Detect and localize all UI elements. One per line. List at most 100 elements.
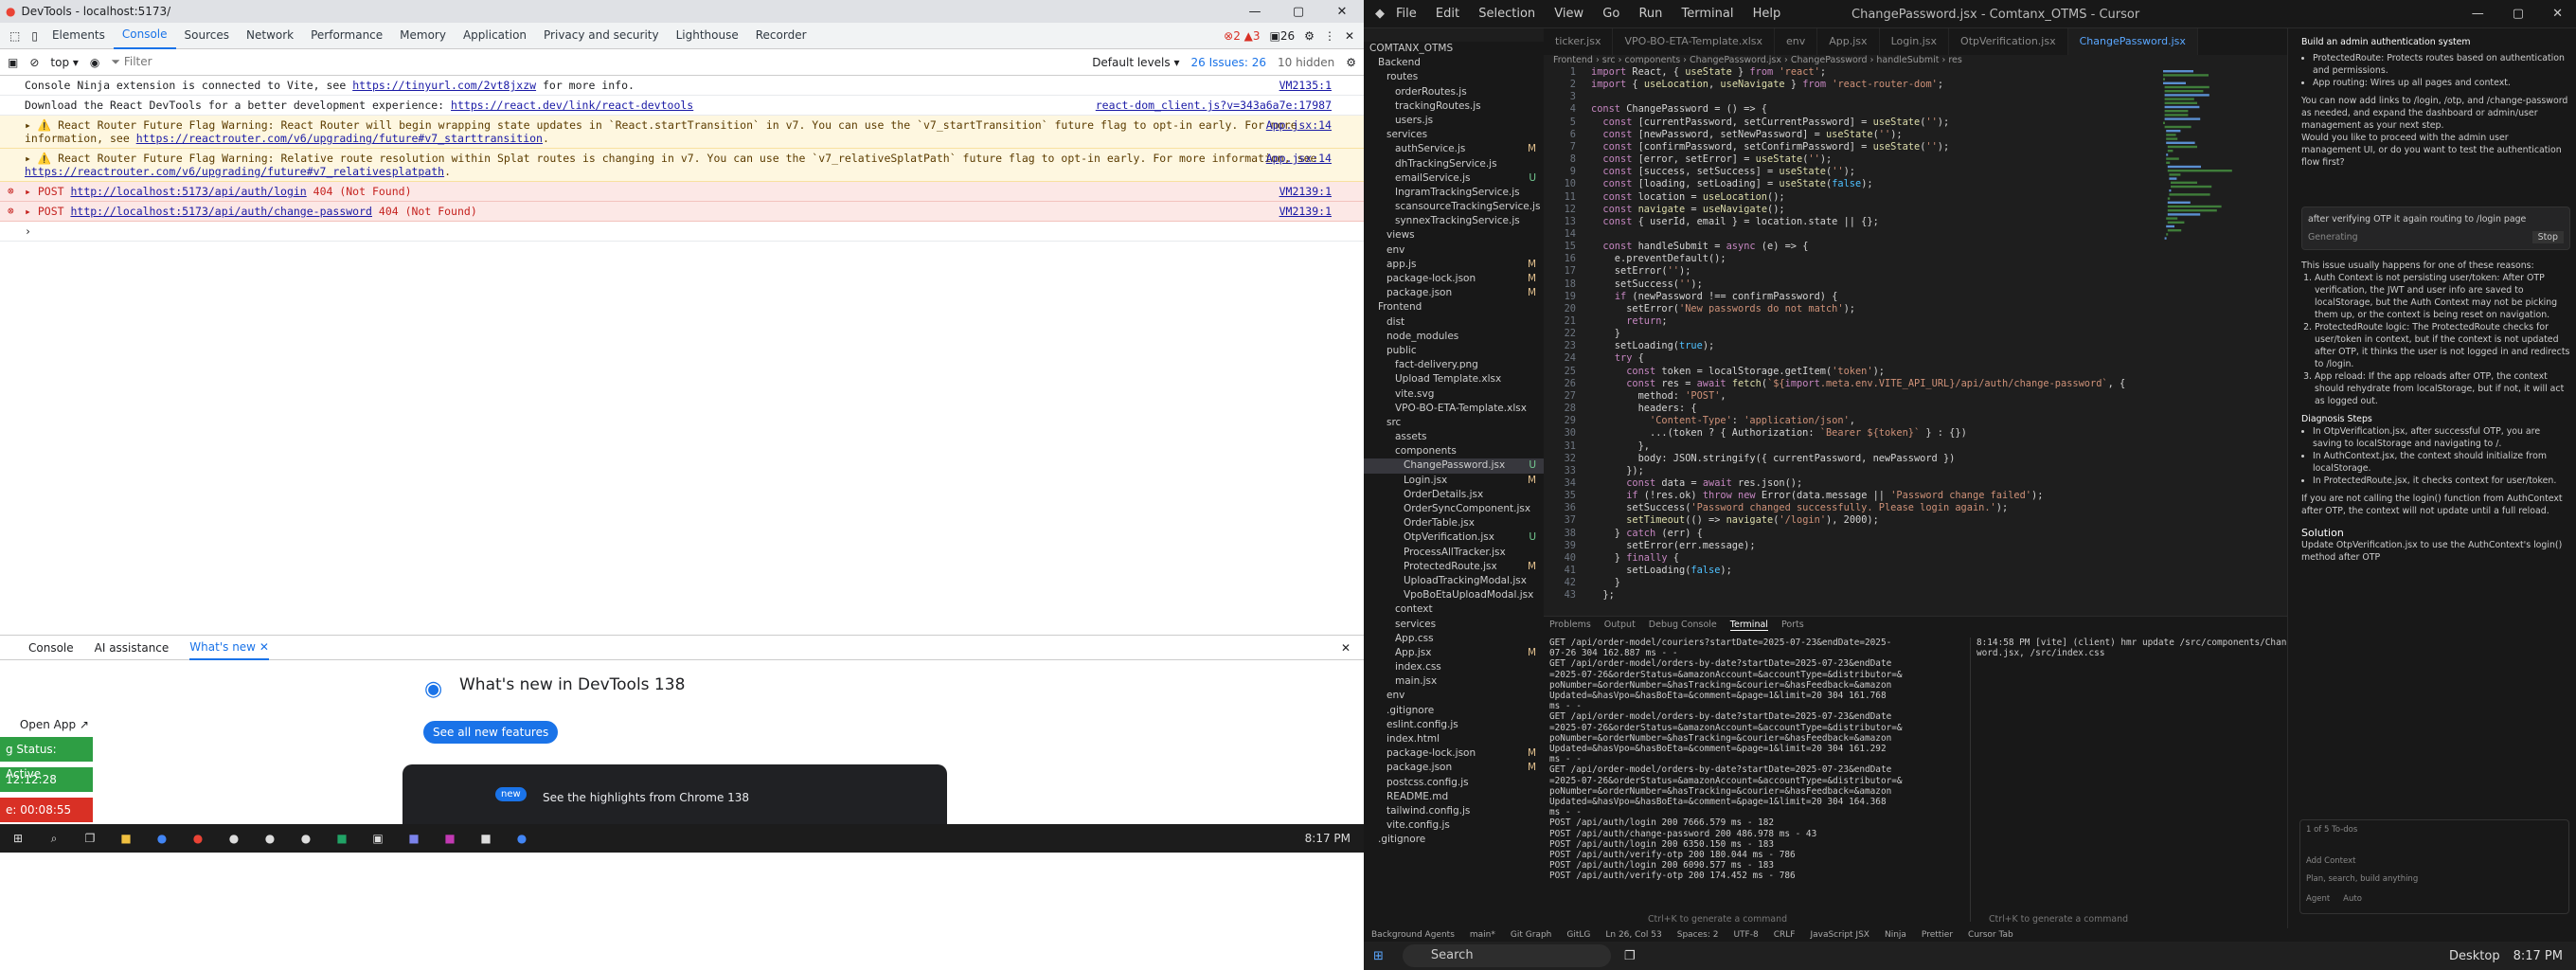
maximize-icon[interactable]: ▢ xyxy=(1277,5,1320,19)
open-app-button[interactable]: Open App ↗ xyxy=(0,712,93,737)
code-line[interactable]: setSuccess('Password changed successfull… xyxy=(1591,502,2008,514)
console-line[interactable]: ⊗ ▸ POST http://localhost:5173/api/auth/c… xyxy=(0,202,1364,222)
levels-dropdown[interactable]: Default levels ▾ xyxy=(1092,56,1179,69)
tab-console[interactable]: Console xyxy=(113,22,176,49)
code-line[interactable]: setTimeout(() => navigate('/login'), 200… xyxy=(1591,514,1879,527)
chrome-icon[interactable]: ● xyxy=(180,832,216,845)
explorer-item[interactable]: vite.config.js xyxy=(1364,818,1544,833)
console-line[interactable]: ▸ ⚠️ React Router Future Flag Warning: R… xyxy=(0,116,1364,149)
todos-count[interactable]: 1 of 5 To-dos xyxy=(2306,824,2563,836)
explorer-item[interactable]: package.json M xyxy=(1364,761,1544,775)
explorer-item[interactable]: .gitignore xyxy=(1364,704,1544,718)
console-link[interactable]: https://reactrouter.com/v6/upgrading/fut… xyxy=(136,132,543,145)
close-icon[interactable]: ✕ xyxy=(2552,7,2563,21)
minimap[interactable] xyxy=(2159,66,2263,284)
code-line[interactable]: setError(''); xyxy=(1591,265,1691,278)
desktop-label[interactable]: Desktop xyxy=(2449,949,2500,963)
stop-button[interactable]: Stop xyxy=(2531,231,2564,243)
explorer-item[interactable]: COMTANX_OTMS xyxy=(1364,42,1544,56)
code-line[interactable]: try { xyxy=(1591,352,1644,365)
tab-lighthouse[interactable]: Lighthouse xyxy=(668,23,747,48)
code-line[interactable]: e.preventDefault(); xyxy=(1591,253,1726,265)
menu-edit[interactable]: Edit xyxy=(1436,7,1459,21)
agent-mode-button[interactable]: Agent xyxy=(2306,893,2330,906)
status-item[interactable]: Ln 26, Col 53 xyxy=(1605,930,1661,940)
console-link[interactable]: https://react.dev/link/react-devtools xyxy=(451,99,693,112)
explorer-item[interactable]: authService.js M xyxy=(1364,142,1544,156)
panel-tab-debug[interactable]: Debug Console xyxy=(1649,620,1717,630)
app-icon[interactable]: ● xyxy=(216,832,252,845)
code-line[interactable]: const [success, setSuccess] = useState('… xyxy=(1591,166,1855,178)
explorer-item[interactable]: eslint.config.js xyxy=(1364,718,1544,732)
search-icon[interactable]: ⌕ xyxy=(36,832,72,846)
windows-start-icon[interactable]: ⊞ xyxy=(1364,949,1393,963)
explorer-item[interactable]: index.html xyxy=(1364,732,1544,746)
panel-tab-output[interactable]: Output xyxy=(1604,620,1636,630)
explorer-item[interactable]: OrderTable.jsx xyxy=(1364,516,1544,530)
task-view-icon[interactable]: ❐ xyxy=(1624,949,1636,963)
code-line[interactable]: setError('New passwords do not match'); xyxy=(1591,303,1855,315)
terminal-left[interactable]: GET /api/order-model/couriers?startDate=… xyxy=(1549,638,1903,882)
code-line[interactable]: return; xyxy=(1591,315,1667,328)
terminal-right[interactable]: 8:14:58 PM [vite] (client) hmr update /s… xyxy=(1970,638,2318,922)
explorer-item[interactable]: services xyxy=(1364,128,1544,142)
file-explorer-icon[interactable]: ■ xyxy=(108,832,144,845)
explorer-item[interactable]: routes xyxy=(1364,70,1544,84)
tab-elements[interactable]: Elements xyxy=(44,23,114,48)
app-icon[interactable]: ■ xyxy=(468,832,504,845)
explorer-item[interactable]: orderRoutes.js xyxy=(1364,85,1544,99)
explorer-item[interactable]: VPO-BO-ETA-Template.xlsx xyxy=(1364,402,1544,416)
console-source-link[interactable]: App.jsx:14 xyxy=(1266,118,1332,132)
teams-icon[interactable]: ■ xyxy=(396,832,432,845)
explorer-item[interactable]: postcss.config.js xyxy=(1364,776,1544,790)
chat-input[interactable]: Plan, search, build anything xyxy=(2306,873,2563,886)
status-item[interactable]: Spaces: 2 xyxy=(1677,930,1719,940)
device-toggle-icon[interactable]: ▯ xyxy=(26,29,44,43)
code-line[interactable]: const [error, setError] = useState(''); xyxy=(1591,153,1832,166)
explorer-item[interactable]: index.css xyxy=(1364,660,1544,674)
tab-vpo-template[interactable]: VPO-BO-ETA-Template.xlsx xyxy=(1613,28,1776,55)
panel-tab-terminal[interactable]: Terminal xyxy=(1729,620,1768,632)
more-icon[interactable]: ⋮ xyxy=(1324,29,1335,43)
explorer-item[interactable]: .gitignore xyxy=(1364,833,1544,847)
explorer-item[interactable]: ProtectedRoute.jsx M xyxy=(1364,560,1544,574)
app-icon[interactable]: ● xyxy=(288,832,324,845)
code-line[interactable]: 'Content-Type': 'application/json', xyxy=(1591,415,1855,427)
explorer-item[interactable]: Login.jsx M xyxy=(1364,474,1544,488)
drawer-tab-console[interactable]: Console xyxy=(28,641,74,655)
explorer-item[interactable]: README.md xyxy=(1364,790,1544,804)
tab-performance[interactable]: Performance xyxy=(302,23,391,48)
drawer-tab-ai-assistance[interactable]: AI assistance xyxy=(95,641,170,655)
console-line[interactable]: Console Ninja extension is connected to … xyxy=(0,76,1364,96)
code-line[interactable]: method: 'POST', xyxy=(1591,390,1726,403)
console-line[interactable]: ▸ ⚠️ React Router Future Flag Warning: R… xyxy=(0,149,1364,182)
code-line[interactable]: const [newPassword, setNewPassword] = us… xyxy=(1591,129,1902,141)
filter-input[interactable]: ⏷ Filter xyxy=(111,55,1081,69)
explorer-item[interactable]: src xyxy=(1364,416,1544,430)
code-line[interactable]: setLoading(false); xyxy=(1591,565,1732,577)
console-link[interactable]: https://reactrouter.com/v6/upgrading/fut… xyxy=(25,165,444,178)
explorer-item[interactable]: VpoBoEtaUploadModal.jsx xyxy=(1364,588,1544,602)
explorer-item[interactable]: vite.svg xyxy=(1364,387,1544,402)
console-source-link[interactable]: VM2139:1 xyxy=(1279,185,1332,198)
explorer-item[interactable]: trackingRoutes.js xyxy=(1364,99,1544,114)
explorer-item[interactable]: views xyxy=(1364,228,1544,242)
explorer-item[interactable]: public xyxy=(1364,344,1544,358)
explorer-item[interactable]: main.jsx xyxy=(1364,674,1544,689)
menu-view[interactable]: View xyxy=(1554,7,1583,21)
tab-sources[interactable]: Sources xyxy=(176,23,238,48)
close-icon[interactable]: ✕ xyxy=(1320,5,1364,19)
status-item[interactable]: main* xyxy=(1470,930,1495,940)
menu-run[interactable]: Run xyxy=(1638,7,1662,21)
inspect-icon[interactable]: ⬚ xyxy=(4,29,26,43)
explorer-item[interactable]: Frontend xyxy=(1364,300,1544,314)
menu-help[interactable]: Help xyxy=(1753,7,1781,21)
chrome-icon[interactable]: ● xyxy=(144,832,180,845)
clear-console-icon[interactable]: ⊘ xyxy=(29,56,39,69)
tab-memory[interactable]: Memory xyxy=(391,23,455,48)
code-line[interactable]: ...(token ? { Authorization: `Bearer ${t… xyxy=(1591,427,1967,440)
terminal-icon[interactable]: ▣ xyxy=(360,832,396,845)
code-line[interactable]: const { userId, email } = location.state… xyxy=(1591,216,1878,228)
windows-start-icon[interactable]: ⊞ xyxy=(0,832,36,845)
explorer-item[interactable]: ProcessAllTracker.jsx xyxy=(1364,546,1544,560)
